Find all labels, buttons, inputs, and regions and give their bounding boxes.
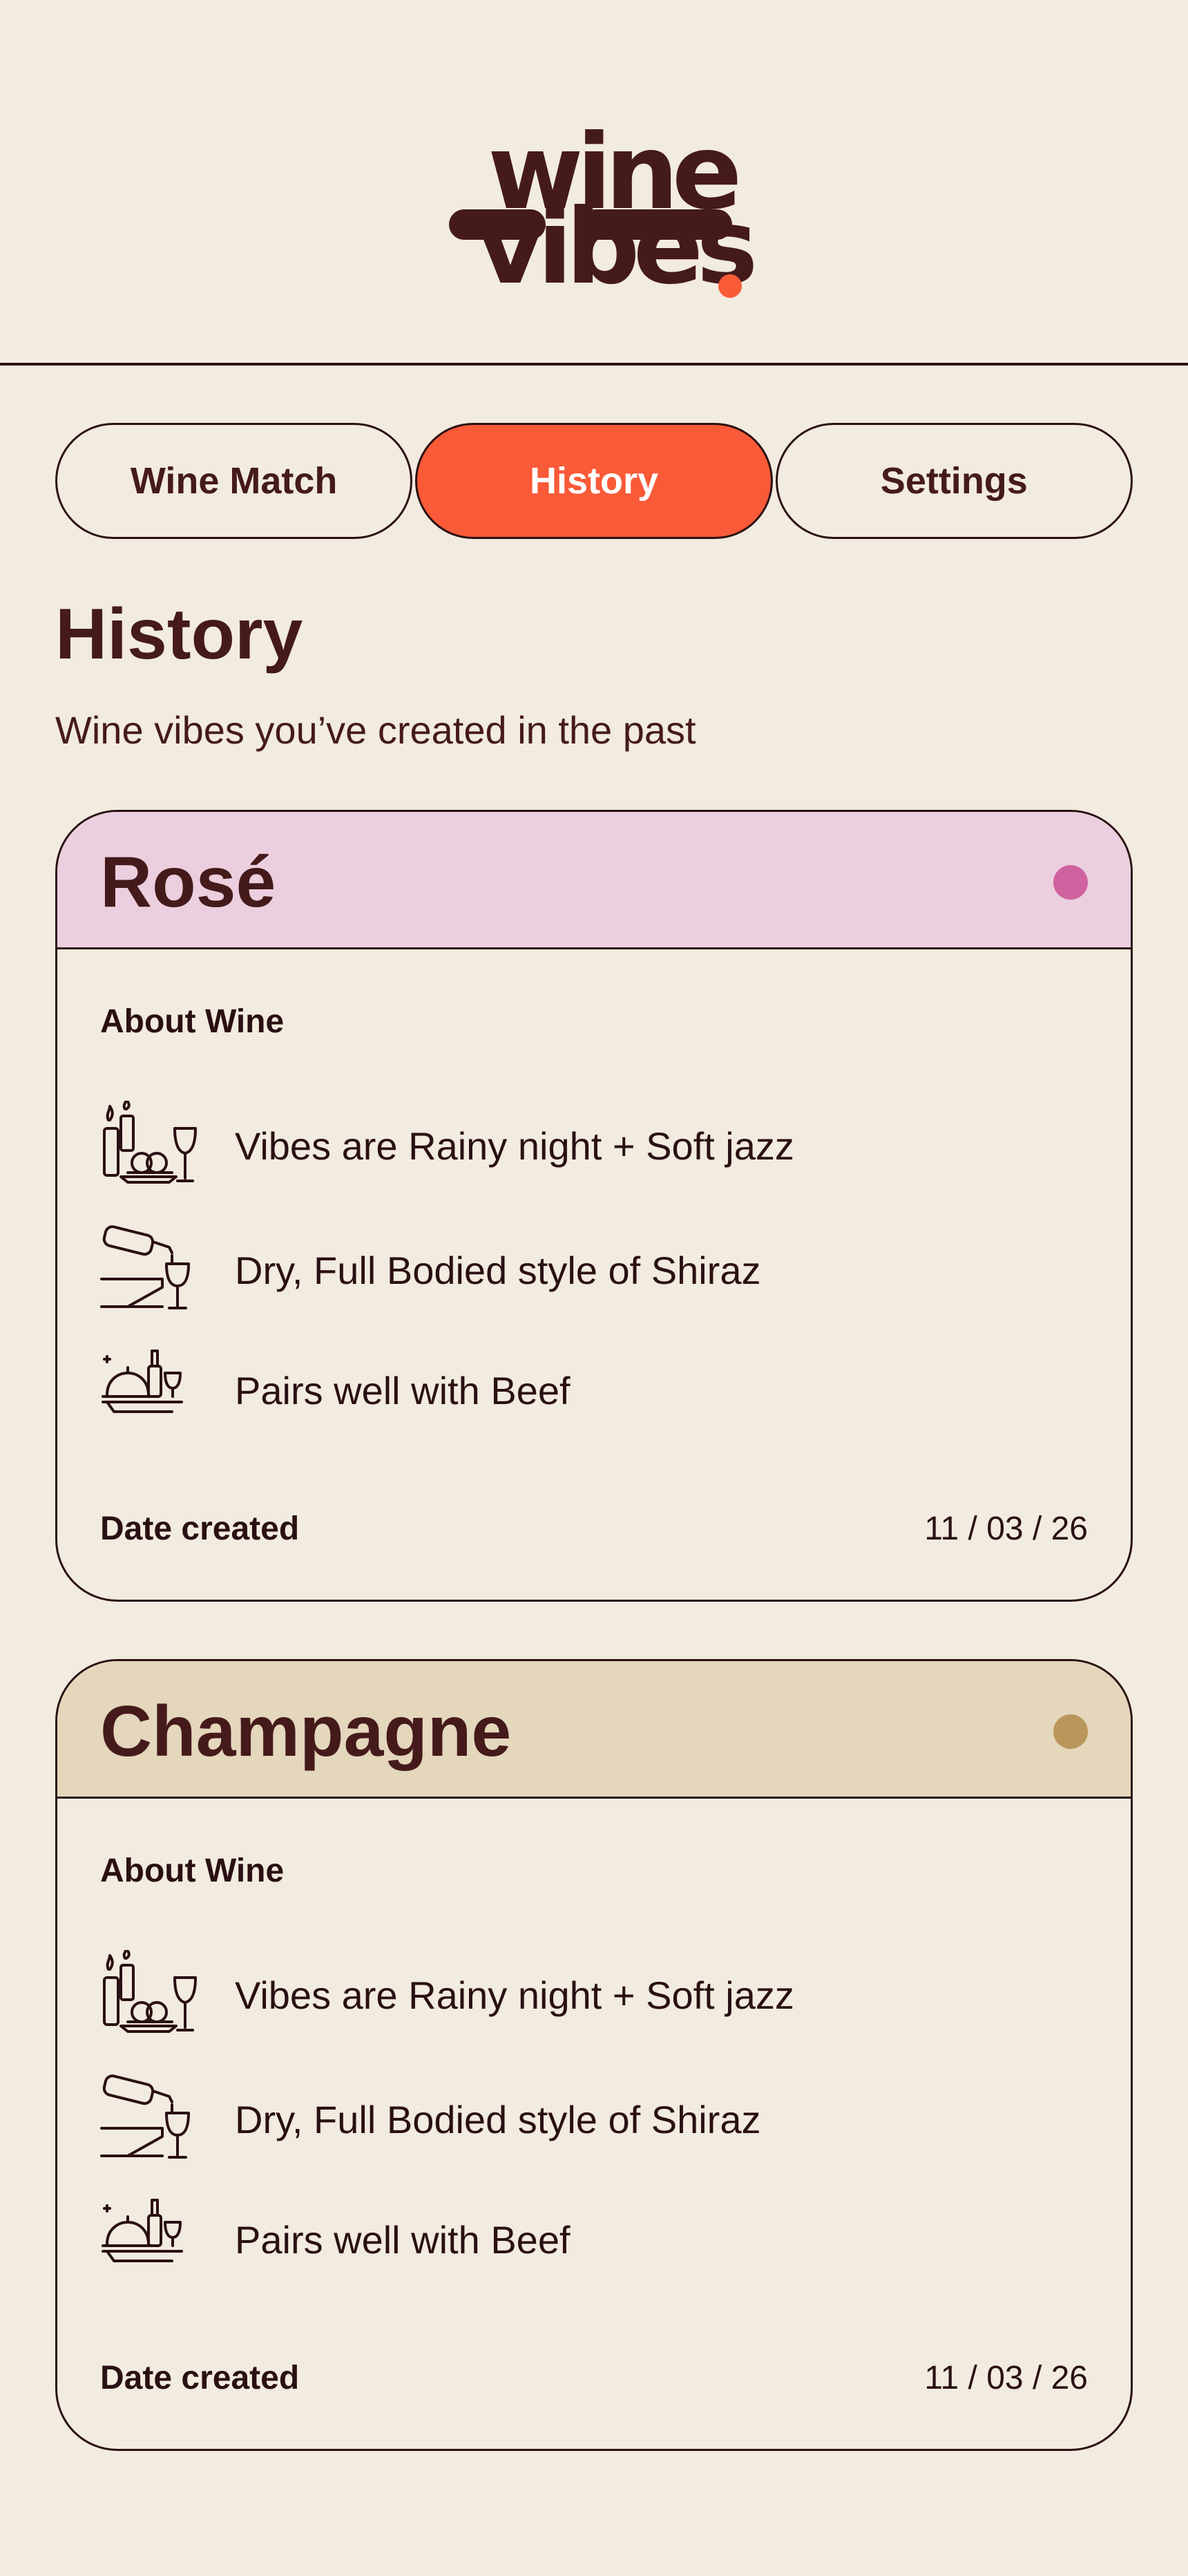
history-card[interactable]: Champagne About Wine Vibes are Rainy nig… bbox=[55, 1659, 1133, 2451]
wine-name: Champagne bbox=[100, 1692, 512, 1772]
page-title: History bbox=[55, 594, 303, 674]
feature-text: Dry, Full Bodied style of Shiraz bbox=[235, 2098, 761, 2141]
logo-dot bbox=[718, 274, 742, 298]
candles-table-icon bbox=[100, 1098, 197, 1191]
date-created-label: Date created bbox=[100, 2360, 300, 2396]
wine-color-dot bbox=[1053, 1714, 1088, 1749]
food-pairing-icon bbox=[100, 1345, 197, 1435]
food-pairing-icon bbox=[100, 2195, 197, 2284]
feature-vibes: Vibes are Rainy night + Soft jazz bbox=[100, 1947, 1067, 2040]
feature-text: Dry, Full Bodied style of Shiraz bbox=[235, 1249, 761, 1292]
history-card[interactable]: Rosé About Wine Vibes are Rainy night + … bbox=[55, 810, 1133, 1602]
tab-wine-match[interactable]: Wine Match bbox=[55, 423, 413, 539]
tab-history[interactable]: History bbox=[415, 423, 773, 539]
wine-color-dot bbox=[1053, 865, 1088, 900]
about-wine-label: About Wine bbox=[100, 1853, 285, 1889]
wine-vibes-logo[interactable]: wine vibes bbox=[449, 121, 758, 307]
tab-settings[interactable]: Settings bbox=[775, 423, 1133, 539]
wine-pour-icon bbox=[100, 2074, 197, 2164]
wine-name: Rosé bbox=[100, 842, 276, 922]
feature-style: Dry, Full Bodied style of Shiraz bbox=[100, 2074, 1067, 2164]
about-wine-label: About Wine bbox=[100, 1003, 285, 1040]
date-created-value: 11 / 03 / 26 bbox=[924, 1510, 1088, 1547]
feature-text: Vibes are Rainy night + Soft jazz bbox=[235, 1124, 794, 1168]
wine-pour-icon bbox=[100, 1225, 197, 1315]
date-created-value: 11 / 03 / 26 bbox=[924, 2360, 1088, 2396]
card-header: Champagne bbox=[57, 1661, 1131, 1799]
main-tabs: Wine Match History Settings bbox=[55, 423, 1133, 539]
feature-pairing: Pairs well with Beef bbox=[100, 1345, 1067, 1435]
logo-word-vibes: vibes bbox=[477, 187, 758, 307]
feature-text: Pairs well with Beef bbox=[235, 2218, 571, 2262]
feature-style: Dry, Full Bodied style of Shiraz bbox=[100, 1225, 1067, 1315]
feature-vibes: Vibes are Rainy night + Soft jazz bbox=[100, 1098, 1067, 1191]
feature-pairing: Pairs well with Beef bbox=[100, 2195, 1067, 2284]
app-header: wine vibes bbox=[0, 0, 1188, 366]
page-subtitle: Wine vibes you’ve created in the past bbox=[55, 708, 696, 752]
date-created-label: Date created bbox=[100, 1510, 300, 1547]
candles-table-icon bbox=[100, 1947, 197, 2040]
feature-text: Pairs well with Beef bbox=[235, 1369, 571, 1412]
feature-text: Vibes are Rainy night + Soft jazz bbox=[235, 1973, 794, 2017]
card-header: Rosé bbox=[57, 812, 1131, 949]
